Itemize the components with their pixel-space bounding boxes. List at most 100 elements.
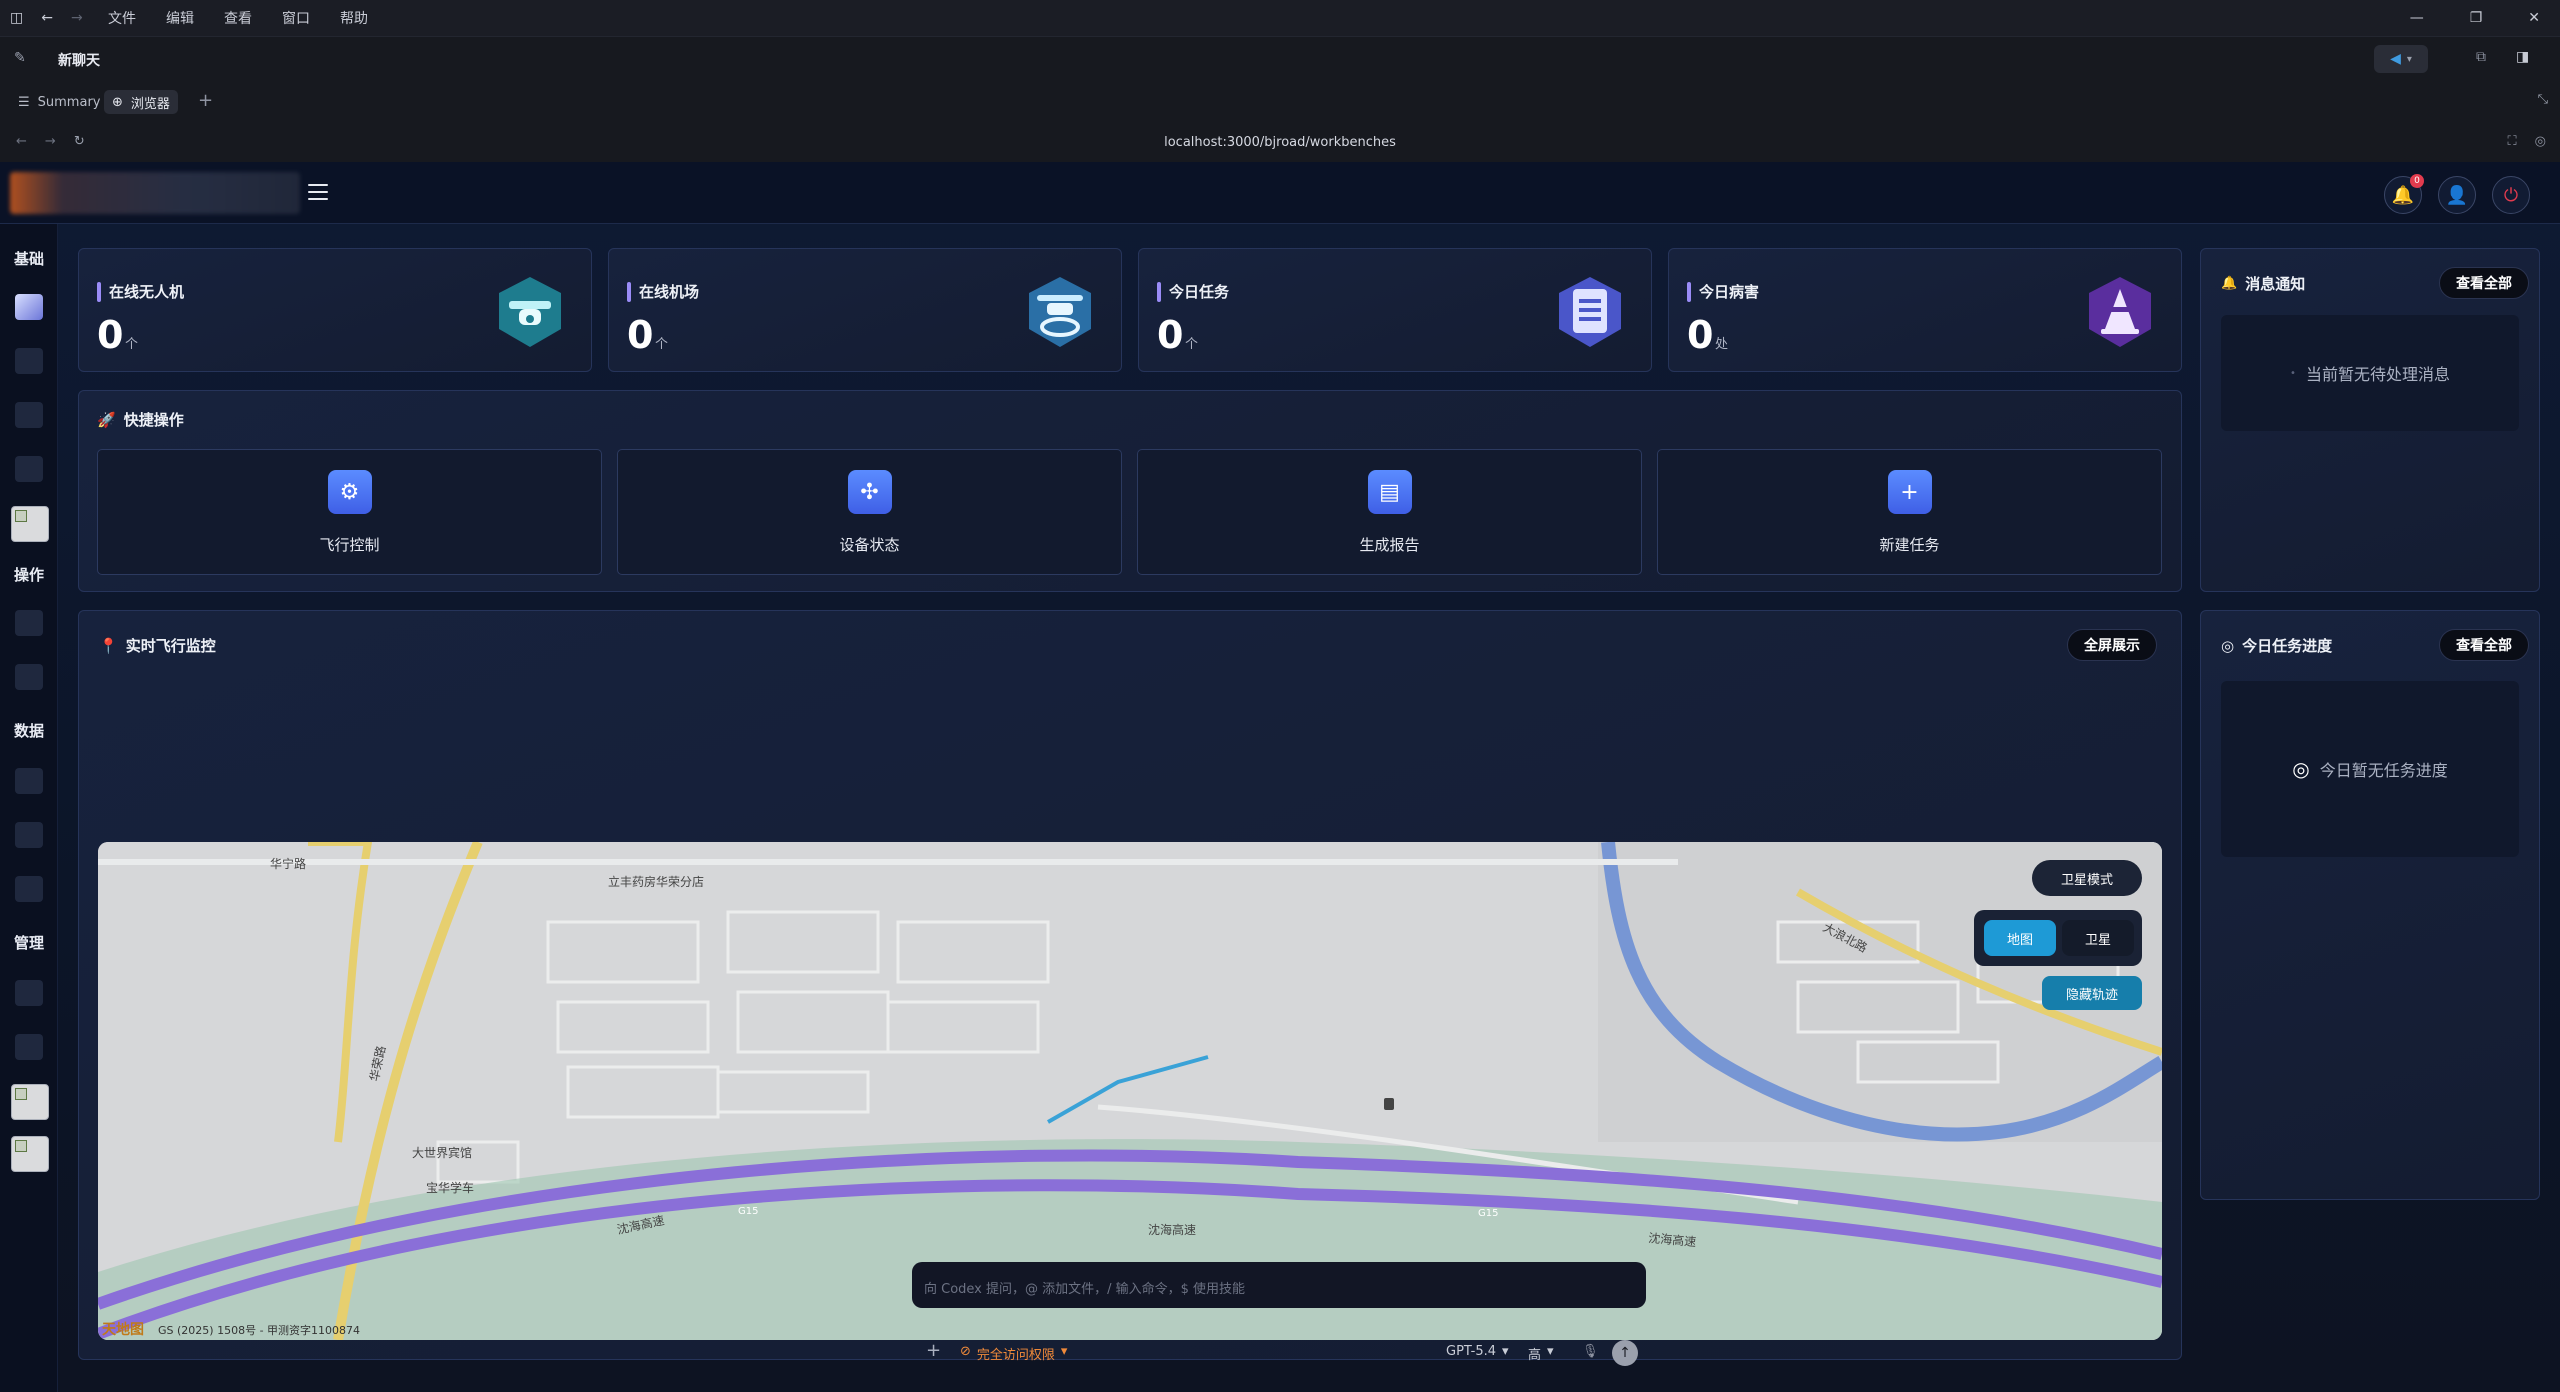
new-task-button[interactable]: + 新建任务	[1657, 449, 2162, 575]
expand-icon[interactable]: ⤡	[2538, 92, 2548, 107]
progress-view-all-button[interactable]: 查看全部	[2439, 629, 2529, 661]
reasoning-level-select[interactable]: 高 ▾	[1528, 1344, 1554, 1363]
menu-window[interactable]: 窗口	[282, 8, 310, 28]
nav-robot-icon[interactable]	[15, 768, 43, 794]
microphone-icon[interactable]: 🎙	[1582, 1344, 1599, 1359]
flight-control-button[interactable]: ⚙ 飞行控制	[97, 449, 602, 575]
close-icon[interactable]: ✕	[2528, 10, 2540, 26]
composer-toolbar: + ⊘ 完全访问权限 ▾ GPT-5.4 ▾ 高 ▾ 🎙 ↑	[0, 1340, 2560, 1370]
task-progress-title: ◎ 今日任务进度	[2221, 636, 2333, 656]
app-header: 🔔 0 👤 ⏻	[0, 162, 2560, 224]
send-button[interactable]: ↑	[1612, 1340, 1638, 1366]
task-progress-empty: ◎ 今日暂无任务进度	[2221, 681, 2519, 857]
maximize-icon[interactable]: ❐	[2470, 10, 2483, 26]
panel-toggle-icon[interactable]: ◨	[2516, 49, 2529, 65]
svg-text:G15: G15	[738, 1206, 758, 1217]
chat-bar: ✎ 新聊天 ◀ ▾ ⧉ ◨	[0, 36, 2560, 80]
sidebar-toggle-icon[interactable]: ◫	[10, 10, 23, 26]
nav-settings-icon[interactable]	[15, 1034, 43, 1060]
model-select[interactable]: GPT-5.4 ▾	[1446, 1344, 1509, 1359]
tab-bar: ☰ Summary ⊕ 浏览器 + ⤡	[0, 80, 2560, 124]
target-icon[interactable]: ◎	[2535, 134, 2546, 149]
address-bar: ← → ↻ localhost:3000/bjroad/workbenches …	[0, 124, 2560, 162]
satellite-toggle-button[interactable]: 卫星	[2062, 920, 2134, 956]
stat-unit: 个	[1185, 337, 1199, 352]
chat-title: 新聊天	[58, 53, 100, 69]
tab-summary[interactable]: ☰ Summary	[10, 90, 108, 114]
user-avatar-button[interactable]: 👤	[2438, 176, 2476, 214]
new-chat-icon[interactable]: ✎	[14, 50, 26, 66]
menu-view[interactable]: 查看	[224, 8, 252, 28]
forward-icon[interactable]: →	[71, 10, 83, 26]
open-in-editor-button[interactable]: ◀ ▾	[2374, 45, 2428, 73]
nav-group-basic: 基础	[13, 250, 44, 268]
nav-video-icon[interactable]	[15, 456, 43, 482]
stat-card-defects: 今日病害 0 处	[1668, 248, 2182, 372]
nav-group-data: 数据	[13, 722, 44, 740]
bell-icon: 🔔	[2221, 276, 2238, 291]
url-field[interactable]: localhost:3000/bjroad/workbenches	[0, 135, 2560, 150]
access-level-button[interactable]: ⊘ 完全访问权限 ▾	[960, 1344, 1067, 1363]
attach-plus-icon[interactable]: +	[926, 1340, 941, 1361]
svg-text:沈海高速: 沈海高速	[1148, 1222, 1196, 1237]
nav-broken-image-icon-2[interactable]	[11, 1084, 49, 1120]
notifications-panel: 🔔 消息通知 查看全部 • 当前暂无待处理消息	[2200, 248, 2540, 592]
stat-label: 今日病害	[1687, 281, 1759, 302]
nav-group-manage: 管理	[13, 934, 44, 952]
nav-document-icon[interactable]	[15, 402, 43, 428]
airport-icon	[1029, 277, 1091, 347]
tab-summary-label: Summary	[37, 94, 101, 110]
hide-track-button[interactable]: 隐藏轨迹	[2042, 976, 2142, 1010]
list-icon: ☰	[18, 94, 30, 110]
notification-badge: 0	[2410, 174, 2424, 188]
svg-text:宝华学车: 宝华学车	[426, 1180, 474, 1195]
traffic-cone-icon	[2089, 277, 2151, 347]
location-pin-icon: 📍	[99, 636, 118, 655]
stat-label: 在线机场	[627, 281, 699, 302]
warning-circle-icon: ⊘	[960, 1344, 971, 1359]
task-progress-panel: ◎ 今日任务进度 查看全部 ◎ 今日暂无任务进度	[2200, 610, 2540, 1200]
os-nav: ◫ ← →	[0, 10, 100, 26]
fullscreen-button[interactable]: 全屏展示	[2067, 629, 2157, 661]
report-icon: ▤	[1367, 470, 1412, 514]
stat-label: 今日任务	[1157, 281, 1229, 302]
satellite-mode-button[interactable]: 卫星模式	[2032, 860, 2142, 896]
device-status-button[interactable]: ✣ 设备状态	[617, 449, 1122, 575]
drone-marker[interactable]	[1384, 1098, 1394, 1110]
nav-airport-icon[interactable]	[15, 348, 43, 374]
menu-help[interactable]: 帮助	[340, 8, 368, 28]
chevron-down-icon: ▾	[1547, 1344, 1554, 1359]
map-toggle-button[interactable]: 地图	[1984, 920, 2056, 956]
svg-text:大世界宾馆: 大世界宾馆	[412, 1145, 472, 1160]
nav-bell-icon[interactable]	[15, 980, 43, 1006]
menu-toggle-icon[interactable]	[308, 184, 328, 200]
stat-card-tasks: 今日任务 0 个	[1138, 248, 1652, 372]
notifications-empty: • 当前暂无待处理消息	[2221, 315, 2519, 431]
nav-broken-image-icon-3[interactable]	[11, 1136, 49, 1172]
svg-text:立丰药房华荣分店: 立丰药房华荣分店	[608, 874, 704, 889]
menu-edit[interactable]: 编辑	[166, 8, 194, 28]
address-actions: ⛶ ◎	[2508, 134, 2546, 149]
flight-monitor-title: 📍 实时飞行监控	[99, 636, 216, 656]
menu-file[interactable]: 文件	[108, 8, 136, 28]
tab-browser[interactable]: ⊕ 浏览器	[104, 90, 178, 114]
nav-chart-icon[interactable]	[15, 822, 43, 848]
screenshot-icon[interactable]: ⛶	[2508, 134, 2517, 149]
sliders-icon: ⚙	[327, 470, 372, 514]
nav-route-icon[interactable]	[15, 664, 43, 690]
nav-dashboard-icon[interactable]	[15, 294, 43, 320]
stat-value: 0	[1687, 313, 1714, 357]
back-icon[interactable]: ←	[41, 10, 53, 26]
generate-report-button[interactable]: ▤ 生成报告	[1137, 449, 1642, 575]
popout-icon[interactable]: ⧉	[2476, 49, 2486, 65]
notifications-view-all-button[interactable]: 查看全部	[2439, 267, 2529, 299]
nav-broken-image-icon[interactable]	[11, 506, 49, 542]
nav-dashboard-gauge-icon[interactable]	[15, 876, 43, 902]
nav-joystick-icon[interactable]	[15, 610, 43, 636]
target-icon: ◎	[2292, 757, 2310, 781]
rocket-icon: 🚀	[97, 410, 116, 429]
logout-button[interactable]: ⏻	[2492, 176, 2530, 214]
add-tab-button[interactable]: +	[190, 88, 221, 112]
minimize-icon[interactable]: —	[2410, 10, 2424, 26]
side-nav: 基础 操作 数据 管理	[0, 224, 58, 1392]
